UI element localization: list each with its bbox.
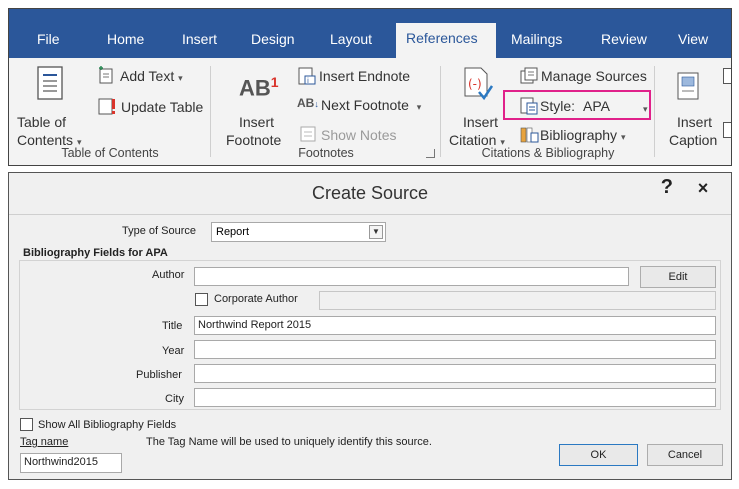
manage-sources-button[interactable]: Manage Sources — [541, 68, 647, 84]
tab-insert[interactable]: Insert — [172, 21, 227, 58]
ribbon-tab-bar: File Home Insert Design Layout Reference… — [9, 9, 731, 58]
ribbon: File Home Insert Design Layout Reference… — [8, 8, 732, 166]
close-button[interactable]: × — [675, 173, 731, 203]
show-all-fields-label: Show All Bibliography Fields — [38, 419, 177, 431]
manage-sources-icon — [519, 66, 539, 91]
tab-file[interactable]: File — [27, 21, 70, 58]
dialog-launcher-icon[interactable] — [426, 149, 435, 158]
group-footnotes: AB1 Insert Footnote i Insert Endnote AB↓… — [211, 58, 441, 165]
year-input[interactable] — [194, 340, 716, 359]
title-input[interactable]: Northwind Report 2015 — [194, 316, 716, 335]
add-text-icon — [97, 66, 115, 89]
tab-mailings[interactable]: Mailings — [501, 21, 572, 58]
insert-caption-label-1[interactable]: Insert — [677, 114, 712, 130]
chevron-down-icon: ▾ — [416, 102, 422, 112]
type-of-source-label: Type of Source — [122, 225, 196, 237]
help-button[interactable]: ? — [661, 176, 673, 199]
tab-layout[interactable]: Layout — [320, 21, 382, 58]
style-highlight-box — [503, 90, 651, 120]
tag-name-hint: The Tag Name will be used to uniquely id… — [146, 436, 432, 448]
tag-name-label: Tag name — [20, 436, 69, 448]
next-footnote-icon: AB↓ — [297, 96, 319, 110]
toc-button-label-1[interactable]: Table of — [17, 114, 66, 130]
type-of-source-select[interactable]: Report ▼ — [211, 222, 386, 242]
insert-citation-icon: (-) — [461, 66, 494, 107]
tab-design[interactable]: Design — [241, 21, 305, 58]
corporate-author-input[interactable] — [319, 291, 716, 310]
update-table-button[interactable]: Update Table — [121, 99, 203, 115]
insert-caption-icon — [677, 72, 699, 105]
group-label-footnotes: Footnotes — [298, 146, 354, 160]
type-of-source-value: Report — [216, 226, 250, 238]
tag-name-input[interactable]: Northwind2015 — [20, 453, 122, 473]
corporate-author-checkbox[interactable] — [195, 293, 208, 306]
next-footnote-button[interactable]: Next Footnote ▾ — [321, 97, 421, 113]
city-label: City — [165, 393, 184, 405]
group-table-of-contents: Table of Contents ▾ Add Text ▾ Update Ta… — [9, 58, 211, 165]
ribbon-body: Table of Contents ▾ Add Text ▾ Update Ta… — [9, 58, 731, 165]
create-source-dialog: Create Source ? × Type of Source Report … — [8, 172, 732, 480]
chevron-down-icon[interactable]: ▼ — [369, 225, 383, 239]
table-of-contents-icon — [37, 66, 63, 105]
insert-citation-label-1[interactable]: Insert — [463, 114, 498, 130]
city-input[interactable] — [194, 388, 716, 407]
tab-home[interactable]: Home — [97, 21, 154, 58]
insert-endnote-button[interactable]: Insert Endnote — [319, 68, 410, 84]
publisher-input[interactable] — [194, 364, 716, 383]
chevron-down-icon: ▾ — [620, 132, 626, 142]
insert-footnote-icon: AB1 — [239, 74, 279, 101]
bibliography-fields-label: Bibliography Fields for APA — [23, 247, 168, 259]
edit-button[interactable]: Edit — [640, 266, 716, 288]
author-input[interactable] — [194, 267, 629, 286]
insert-caption-label-2[interactable]: Caption — [669, 132, 717, 148]
corporate-author-label: Corporate Author — [214, 293, 298, 305]
tab-view[interactable]: View — [668, 21, 718, 58]
show-notes-icon — [299, 125, 317, 148]
insert-endnote-icon: i — [297, 66, 317, 91]
tab-references[interactable]: References — [396, 23, 496, 58]
chevron-down-icon: ▾ — [178, 73, 183, 83]
svg-text:i: i — [307, 77, 309, 85]
group-label-table-of-contents: Table of Contents — [61, 146, 159, 160]
insert-table-of-figures-icon[interactable] — [723, 68, 731, 84]
group-label-citations-bibliography: Citations & Bibliography — [481, 146, 615, 160]
update-table-icon — [97, 96, 117, 121]
cross-reference-icon[interactable] — [723, 122, 731, 138]
insert-footnote-label-1[interactable]: Insert — [239, 114, 274, 130]
svg-text:(-): (-) — [468, 77, 482, 91]
show-notes-button[interactable]: Show Notes — [321, 127, 396, 143]
tab-review[interactable]: Review — [591, 21, 657, 58]
dialog-title-bar[interactable]: Create Source ? × — [9, 173, 731, 215]
group-captions: Insert Caption — [655, 58, 731, 165]
cancel-button[interactable]: Cancel — [647, 444, 723, 466]
year-label: Year — [162, 345, 185, 357]
add-text-button[interactable]: Add Text ▾ — [120, 68, 183, 84]
bibliography-button[interactable]: Bibliography ▾ — [540, 127, 625, 143]
dialog-title: Create Source — [311, 183, 429, 203]
ok-button[interactable]: OK — [559, 444, 638, 466]
title-label: Title — [162, 320, 183, 332]
publisher-label: Publisher — [136, 369, 182, 381]
author-label: Author — [152, 269, 185, 281]
show-all-fields-checkbox[interactable] — [20, 418, 33, 431]
